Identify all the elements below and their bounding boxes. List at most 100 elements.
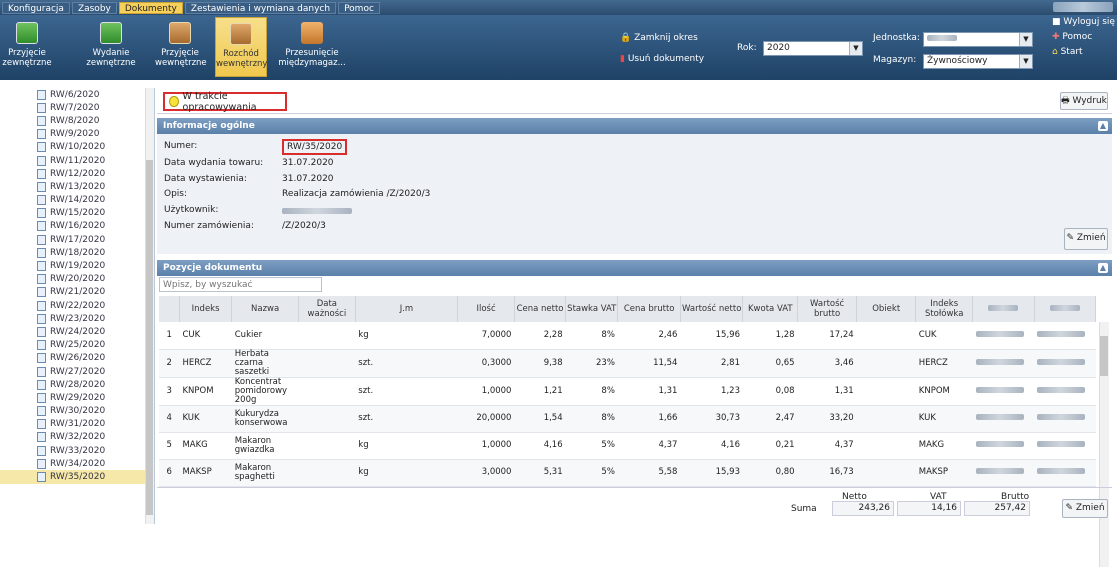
- tree-item[interactable]: RW/29/2020: [0, 391, 154, 404]
- usun-dokumenty-button[interactable]: ▮ Usuń dokumenty: [620, 54, 704, 64]
- tree-item-label: RW/16/2020: [50, 221, 106, 232]
- jednostka-select[interactable]: ▼: [923, 32, 1033, 47]
- document-icon: [37, 326, 46, 337]
- blurred-text: [988, 305, 1019, 311]
- tree-item[interactable]: RW/22/2020: [0, 299, 154, 312]
- table-cell-blurred: [1034, 405, 1096, 433]
- tree-item[interactable]: RW/9/2020: [0, 128, 154, 141]
- table-row[interactable]: 1 CUK Cukier kg 7,0000 2,28 8% 2,46 15,96 1,28 17,…: [159, 322, 1096, 350]
- column-header[interactable]: Ilość: [457, 296, 515, 322]
- tree-item[interactable]: RW/26/2020: [0, 352, 154, 365]
- table-row[interactable]: 3 KNPOM Koncentrat pomidorowy 200g szt. 1,00…: [159, 377, 1096, 406]
- tree-item[interactable]: RW/28/2020: [0, 378, 154, 391]
- table-cell-blurred: [1034, 349, 1096, 378]
- table-cell: 5%: [565, 459, 618, 487]
- tree-item[interactable]: RW/27/2020: [0, 365, 154, 378]
- tree-item[interactable]: RW/34/2020: [0, 457, 154, 470]
- tree-item[interactable]: RW/10/2020: [0, 141, 154, 154]
- search-input[interactable]: [159, 277, 322, 292]
- tree-item[interactable]: RW/30/2020: [0, 405, 154, 418]
- column-header[interactable]: Indeks: [179, 296, 233, 322]
- table-cell: 30,73: [680, 405, 743, 433]
- menu-dokumenty[interactable]: Dokumenty: [118, 1, 183, 14]
- tree-item[interactable]: RW/6/2020: [0, 88, 154, 101]
- column-header[interactable]: Kwota VAT: [742, 296, 799, 322]
- tree-scroll-thumb[interactable]: [146, 160, 153, 515]
- tree-item[interactable]: RW/7/2020: [0, 101, 154, 114]
- column-header[interactable]: Nazwa: [231, 296, 299, 322]
- tree-item-label: RW/30/2020: [50, 406, 106, 417]
- document-icon: [37, 208, 46, 219]
- column-header[interactable]: J.m: [355, 296, 459, 322]
- table-cell: MAKG: [179, 432, 232, 460]
- table-cell: 1,31: [617, 377, 681, 406]
- tree-item[interactable]: RW/14/2020: [0, 194, 154, 207]
- menu-zestawienia[interactable]: Zestawienia i wymiana danych: [184, 1, 337, 14]
- tree-item[interactable]: RW/18/2020: [0, 246, 154, 259]
- column-header[interactable]: Stawka VAT: [565, 296, 619, 322]
- tree-item[interactable]: RW/17/2020: [0, 233, 154, 246]
- start-button[interactable]: ⌂ Start: [1052, 47, 1083, 57]
- magazyn-select[interactable]: Żywnościowy ▼: [923, 54, 1033, 69]
- przyjecie-zewnetrzne-button[interactable]: Przyjęcie zewnętrzne: [2, 17, 52, 77]
- tree-item[interactable]: RW/32/2020: [0, 431, 154, 444]
- tree-item[interactable]: RW/24/2020: [0, 325, 154, 338]
- column-header-blurred[interactable]: [972, 296, 1035, 322]
- tree-item[interactable]: RW/16/2020: [0, 220, 154, 233]
- column-header[interactable]: Data ważności: [298, 296, 356, 322]
- tree-item[interactable]: RW/13/2020: [0, 180, 154, 193]
- table-row[interactable]: 2 HERCZ Herbata czarna saszetki szt. 0,3000 9…: [159, 349, 1096, 378]
- table-row[interactable]: 4 KUK Kukurydza konserwowa szt. 20,0000 1,54 8…: [159, 405, 1096, 433]
- przesuniecie-button[interactable]: Przesunięcie międzymagaz...: [278, 17, 346, 77]
- tree-item-label: RW/17/2020: [50, 234, 106, 245]
- info-panel-header[interactable]: Informacje ogólne ▲: [157, 118, 1112, 134]
- tree-item-label: RW/21/2020: [50, 287, 106, 298]
- column-header[interactable]: Wartość netto: [680, 296, 744, 322]
- table-scroll-thumb[interactable]: [1100, 336, 1108, 376]
- collapse-icon[interactable]: ▲: [1098, 121, 1108, 131]
- menu-pomoc[interactable]: Pomoc: [338, 1, 380, 14]
- column-header[interactable]: Wartość brutto: [797, 296, 858, 322]
- netto-total: 243,26: [832, 501, 894, 516]
- document-icon: [37, 366, 46, 377]
- tree-item[interactable]: RW/23/2020: [0, 312, 154, 325]
- tree-item[interactable]: RW/21/2020: [0, 286, 154, 299]
- tree-item[interactable]: RW/33/2020: [0, 444, 154, 457]
- tree-item[interactable]: RW/19/2020: [0, 259, 154, 272]
- pomoc-button[interactable]: ✚ Pomoc: [1052, 32, 1092, 42]
- zamknij-okres-button[interactable]: 🔒 Zamknij okres: [620, 33, 698, 43]
- column-header[interactable]: Indeks Stołówka: [915, 296, 974, 322]
- table-cell: [298, 405, 356, 433]
- tree-item[interactable]: RW/31/2020: [0, 418, 154, 431]
- tree-item[interactable]: RW/35/2020: [0, 470, 154, 484]
- table-cell: MAKSP: [179, 459, 232, 487]
- column-header[interactable]: Obiekt: [856, 296, 917, 322]
- column-header[interactable]: Cena netto: [514, 296, 567, 322]
- document-icon: [37, 89, 46, 100]
- column-header[interactable]: [159, 296, 180, 322]
- tree-item[interactable]: RW/25/2020: [0, 339, 154, 352]
- column-header[interactable]: Cena brutto: [617, 296, 681, 322]
- wydanie-zewnetrzne-button[interactable]: Wydanie zewnętrzne: [86, 17, 136, 77]
- rozchod-wewnetrzny-button[interactable]: Rozchód wewnętrzny: [215, 17, 267, 77]
- menu-konfiguracja[interactable]: Konfiguracja: [2, 1, 70, 14]
- table-row[interactable]: 5 MAKG Makaron gwiazdka kg 1,0000 4,16 5% 4,37 4…: [159, 432, 1096, 460]
- column-header-blurred[interactable]: [1034, 296, 1096, 322]
- wydruk-button[interactable]: 🖶 Wydruk: [1060, 92, 1108, 110]
- wyloguj-button[interactable]: ■ Wyloguj się: [1052, 17, 1115, 27]
- tree-item[interactable]: RW/12/2020: [0, 167, 154, 180]
- data-wydania-value: 31.07.2020: [282, 158, 334, 168]
- tree-item[interactable]: RW/11/2020: [0, 154, 154, 167]
- zmien-info-button[interactable]: ✎ Zmień: [1064, 228, 1108, 250]
- przyjecie-wewnetrzne-button[interactable]: Przyjęcie wewnętrzne: [155, 17, 207, 77]
- tree-item[interactable]: RW/20/2020: [0, 273, 154, 286]
- menu-zasoby[interactable]: Zasoby: [71, 1, 117, 14]
- tree-item[interactable]: RW/8/2020: [0, 114, 154, 127]
- tree-item[interactable]: RW/15/2020: [0, 207, 154, 220]
- rok-select[interactable]: 2020 ▼: [763, 41, 863, 56]
- tree-item-label: RW/35/2020: [50, 472, 106, 483]
- collapse-icon[interactable]: ▲: [1098, 263, 1108, 273]
- table-row[interactable]: 6 MAKSP Makaron spaghetti kg 3,0000 5,31 5% 5,5…: [159, 459, 1096, 487]
- items-panel-header[interactable]: Pozycje dokumentu ▲: [157, 260, 1112, 276]
- zmien-items-button[interactable]: ✎ Zmień: [1062, 499, 1108, 518]
